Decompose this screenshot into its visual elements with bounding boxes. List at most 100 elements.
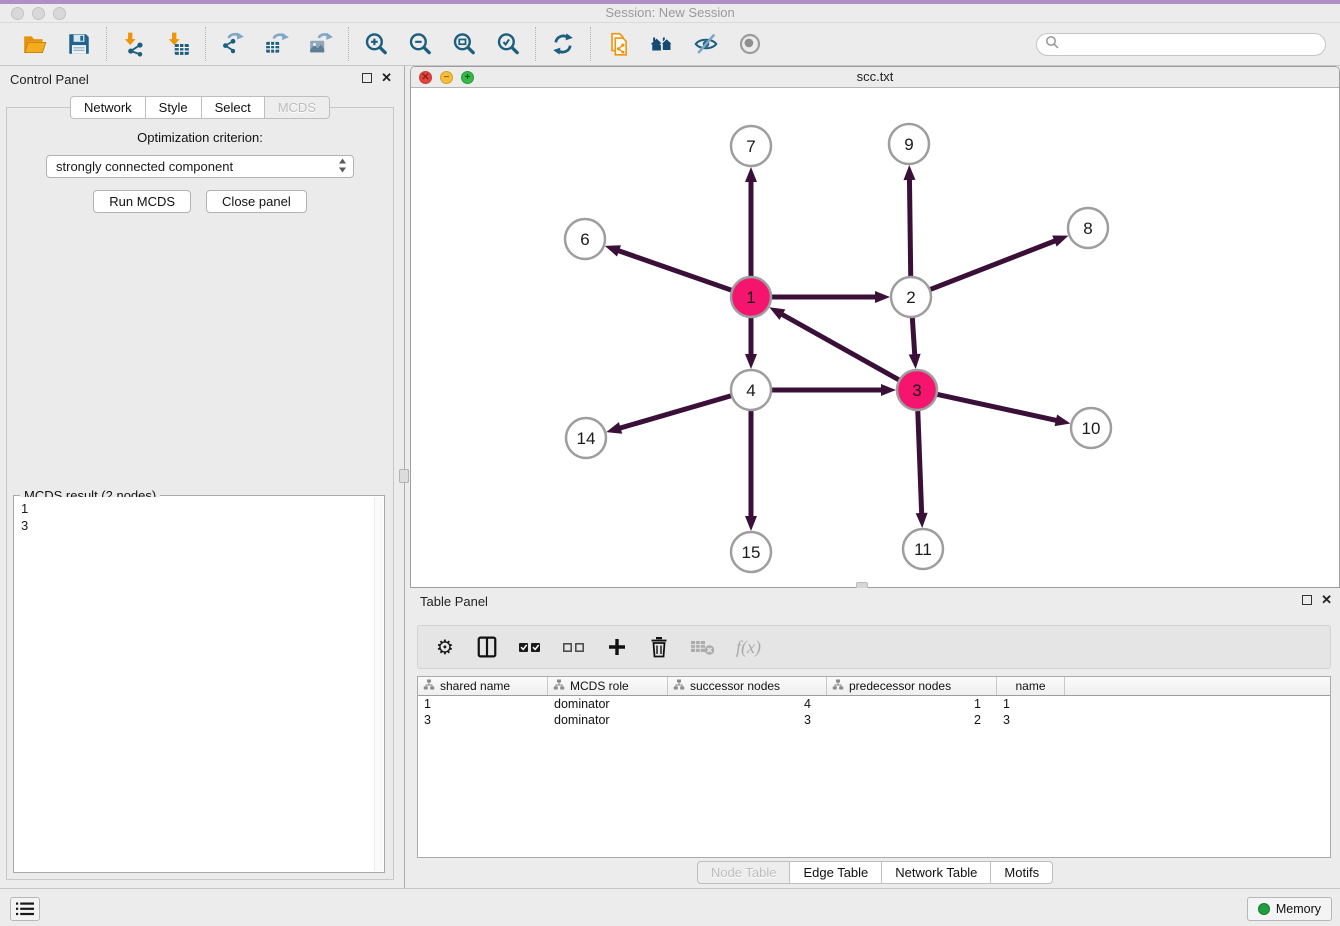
tab-node-table[interactable]: Node Table [697, 861, 791, 884]
graph-edge-arrowhead [605, 245, 621, 256]
result-scrollbar[interactable] [374, 497, 383, 871]
network-close-icon[interactable]: ✕ [419, 71, 432, 84]
window-traffic-lights[interactable] [11, 7, 66, 20]
column-header-name[interactable]: name [997, 677, 1065, 695]
import-table-icon[interactable] [164, 30, 192, 58]
close-window-button[interactable] [11, 7, 24, 20]
network-window-titlebar[interactable]: ✕ − + scc.txt [411, 67, 1339, 88]
table-panel-title: Table Panel [420, 594, 488, 609]
cell-name[interactable]: 1 [997, 697, 1065, 711]
cell-successor-nodes[interactable]: 4 [668, 697, 827, 711]
select-all-rows-icon[interactable] [518, 634, 542, 660]
column-header-MCDS-role[interactable]: MCDS role [548, 677, 668, 695]
column-header-label: MCDS role [570, 679, 629, 693]
close-panel-button[interactable]: Close panel [206, 190, 307, 213]
search-field[interactable] [1036, 33, 1326, 56]
cell-name[interactable]: 3 [997, 713, 1065, 727]
window-title: Session: New Session [0, 4, 1340, 21]
tab-mcds[interactable]: MCDS [264, 96, 330, 119]
maximize-window-button[interactable] [53, 7, 66, 20]
column-header-predecessor-nodes[interactable]: predecessor nodes [827, 677, 997, 695]
minimize-window-button[interactable] [32, 7, 45, 20]
graph-edge-2-9[interactable] [909, 177, 910, 279]
graph-edge-3-10[interactable] [935, 394, 1059, 421]
save-session-icon[interactable] [65, 30, 93, 58]
tab-motifs[interactable]: Motifs [990, 861, 1053, 884]
destroy-table-icon[interactable] [690, 634, 716, 660]
cell-MCDS-role[interactable]: dominator [548, 697, 668, 711]
open-session-icon[interactable] [21, 30, 49, 58]
close-panel-icon[interactable]: ✕ [381, 72, 392, 84]
criterion-value: strongly connected component [56, 159, 338, 174]
graph-node-label-7: 7 [746, 137, 755, 156]
table-panel: Table Panel ✕ ⚙ f(x) shared name MCDS rol… [410, 588, 1340, 888]
table-settings-icon[interactable]: ⚙ [434, 634, 456, 660]
column-visibility-icon[interactable] [476, 634, 498, 660]
network-canvas[interactable]: 7968124314101511 [411, 88, 1339, 587]
graph-edge-3-1[interactable] [780, 313, 902, 381]
graph-node-label-8: 8 [1083, 219, 1092, 238]
graph-node-label-1: 1 [746, 288, 755, 307]
tab-network-table[interactable]: Network Table [881, 861, 991, 884]
graph-node-label-15: 15 [742, 543, 761, 562]
criterion-select[interactable]: strongly connected component [46, 155, 354, 178]
show-all-icon[interactable] [736, 30, 764, 58]
cell-shared-name[interactable]: 1 [418, 697, 548, 711]
cell-predecessor-nodes[interactable]: 2 [827, 713, 997, 727]
zoom-in-icon[interactable] [362, 30, 390, 58]
vertical-splitter-grip[interactable] [399, 469, 409, 483]
export-image-icon[interactable] [307, 30, 335, 58]
titlebar: Session: New Session [0, 4, 1340, 22]
zoom-out-icon[interactable] [406, 30, 434, 58]
first-neighbors-icon[interactable] [648, 30, 676, 58]
table-row[interactable]: 1dominator411 [418, 696, 1330, 712]
export-table-icon[interactable] [263, 30, 291, 58]
float-panel-icon[interactable] [362, 73, 372, 83]
table-row[interactable]: 3dominator323 [418, 712, 1330, 728]
result-line: 3 [21, 517, 377, 534]
graph-edge-4-14[interactable] [618, 395, 734, 429]
graph-edge-2-3[interactable] [912, 315, 915, 357]
graph-edge-arrowhead [875, 291, 890, 303]
export-network-icon[interactable] [219, 30, 247, 58]
zoom-fit-icon[interactable] [450, 30, 478, 58]
run-mcds-button[interactable]: Run MCDS [93, 190, 191, 213]
deselect-all-rows-icon[interactable] [562, 634, 586, 660]
network-minimize-icon[interactable]: − [440, 71, 453, 84]
cell-predecessor-nodes[interactable]: 1 [827, 697, 997, 711]
add-column-icon[interactable] [606, 634, 628, 660]
tab-select[interactable]: Select [201, 96, 265, 119]
tab-edge-table[interactable]: Edge Table [789, 861, 882, 884]
graph-edge-1-6[interactable] [616, 250, 734, 291]
close-table-panel-icon[interactable]: ✕ [1321, 594, 1332, 606]
select-stepper-icon [338, 158, 347, 176]
float-table-panel-icon[interactable] [1302, 595, 1312, 605]
clone-network-icon[interactable] [604, 30, 632, 58]
refresh-layout-icon[interactable] [549, 30, 577, 58]
result-line: 1 [21, 500, 377, 517]
graph-edge-2-8[interactable] [928, 240, 1057, 290]
tab-network[interactable]: Network [70, 96, 146, 119]
memory-button[interactable]: Memory [1247, 897, 1332, 921]
search-input[interactable] [1064, 36, 1317, 53]
tab-style[interactable]: Style [145, 96, 202, 119]
memory-label: Memory [1276, 902, 1321, 916]
search-icon [1045, 35, 1059, 54]
optimization-criterion-label: Optimization criterion: [7, 130, 393, 145]
hide-selected-icon[interactable] [692, 30, 720, 58]
function-builder-icon[interactable]: f(x) [736, 634, 761, 660]
column-header-label: successor nodes [690, 679, 780, 693]
mcds-result-textarea[interactable]: 13 [15, 497, 383, 871]
delete-column-icon[interactable] [648, 634, 670, 660]
network-maximize-icon[interactable]: + [461, 71, 474, 84]
task-history-button[interactable] [10, 897, 40, 921]
import-network-icon[interactable] [120, 30, 148, 58]
cell-successor-nodes[interactable]: 3 [668, 713, 827, 727]
cell-shared-name[interactable]: 3 [418, 713, 548, 727]
column-header-label: shared name [440, 679, 510, 693]
column-header-shared-name[interactable]: shared name [418, 677, 548, 695]
graph-edge-3-11[interactable] [918, 408, 922, 516]
cell-MCDS-role[interactable]: dominator [548, 713, 668, 727]
column-header-successor-nodes[interactable]: successor nodes [668, 677, 827, 695]
zoom-selected-icon[interactable] [494, 30, 522, 58]
